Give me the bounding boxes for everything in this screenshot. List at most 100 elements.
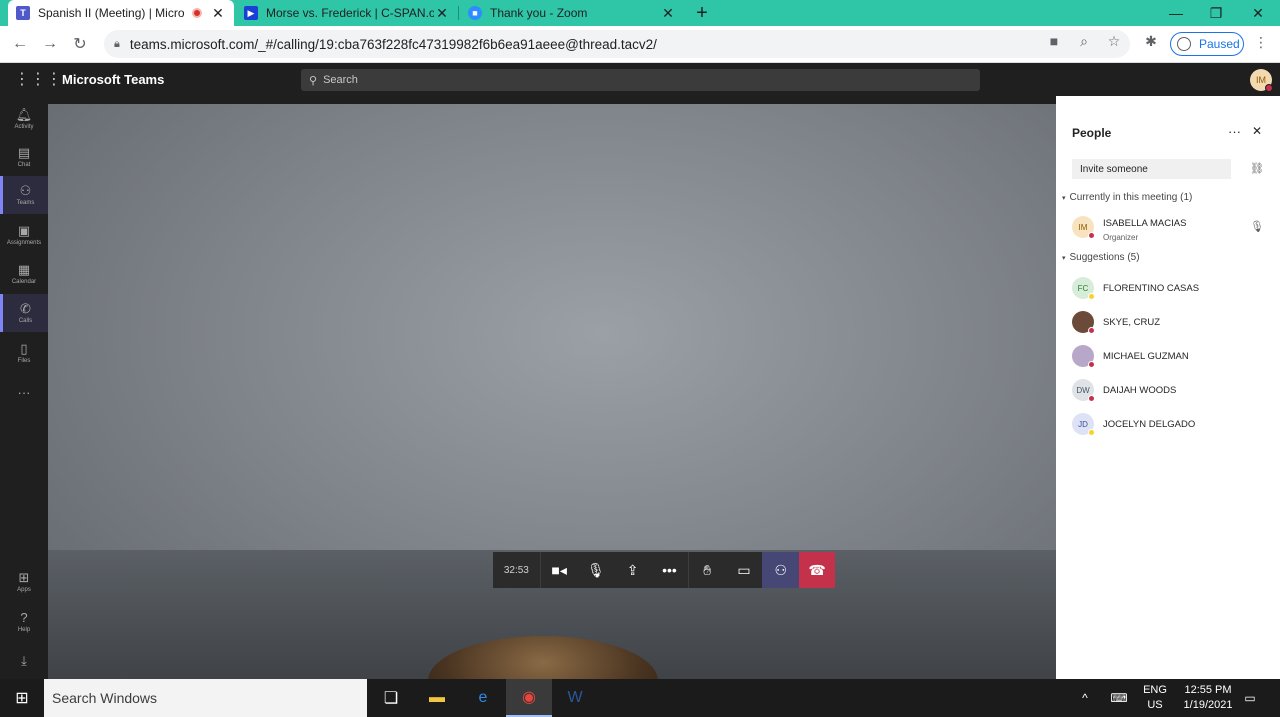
suggestion-name: MICHAEL GUZMAN (1103, 350, 1189, 362)
rail-item-files[interactable]: ▯ Files (0, 334, 48, 372)
tab-spanish-meeting[interactable]: T Spanish II (Meeting) | Micros ✕ (8, 0, 234, 26)
suggestion-row[interactable]: DW DAIJAH WOODS (1072, 377, 1272, 403)
input-language-indicator[interactable]: ENG US (1140, 683, 1170, 713)
suggestions-section-header[interactable]: ▾ Suggestions (5) (1062, 252, 1140, 263)
rail-item-teams[interactable]: ⚇ Teams (0, 176, 48, 214)
more-actions-button[interactable]: ••• (651, 552, 688, 588)
rail-item-chat[interactable]: ▤ Chat (0, 138, 48, 176)
rail-item-activity[interactable]: 🔔︎ Activity (0, 100, 48, 138)
browser-menu-icon[interactable]: ⋮ (1254, 34, 1268, 51)
avatar: IM (1072, 216, 1095, 239)
invite-someone-input[interactable]: Invite someone (1072, 159, 1231, 179)
more-ellipsis-icon: ••• (662, 562, 677, 578)
back-arrow-icon[interactable]: ← (8, 32, 32, 56)
show-hidden-icons-icon[interactable]: ^ (1076, 679, 1094, 717)
suggestion-row[interactable]: MICHAEL GUZMAN (1072, 343, 1272, 369)
tab-separator (458, 6, 459, 20)
teams-icon: ⚇ (19, 183, 32, 198)
avatar: JD (1072, 413, 1095, 436)
show-participants-button[interactable]: ⚇ (762, 552, 800, 588)
word-app-icon[interactable]: W (552, 679, 598, 717)
file-explorer-icon[interactable]: ▬ (414, 679, 460, 717)
task-view-icon[interactable]: ❏ (368, 679, 414, 717)
close-window-icon[interactable]: ✕ (1238, 0, 1278, 26)
presence-status-icon (1088, 293, 1095, 300)
clock-time: 12:55 PM (1184, 684, 1232, 696)
reload-icon[interactable]: ↻ (68, 32, 92, 56)
people-panel: People ··· ✕ Invite someone ⛓︎ ▾ Currentl… (1056, 96, 1280, 679)
rail-item-calendar[interactable]: ▦ Calendar (0, 255, 48, 293)
bell-icon: 🔔︎ (15, 107, 33, 122)
hang-up-button[interactable]: ☎ (799, 552, 835, 588)
extensions-puzzle-icon[interactable]: ✱ (1141, 33, 1161, 50)
rail-label: Calls (18, 318, 33, 324)
download-icon: ⤓ (21, 653, 27, 668)
close-tab-icon[interactable]: ✕ (210, 5, 226, 22)
section-count: (1) (1180, 192, 1193, 203)
camera-permission-icon[interactable]: ■ (1044, 33, 1064, 49)
suggestion-row[interactable]: SKYE, CRUZ (1072, 309, 1272, 335)
zoom-magnifier-icon[interactable]: ⌕ (1074, 33, 1094, 50)
panel-close-icon[interactable]: ✕ (1252, 124, 1262, 138)
teams-search-input[interactable]: ⚲ Search (301, 69, 980, 91)
rail-item-more[interactable]: ··· (0, 374, 48, 412)
participant-row[interactable]: IM ISABELLA MACIAS Organizer (1072, 214, 1272, 242)
avatar: DW (1072, 379, 1095, 402)
close-tab-icon[interactable]: ✕ (660, 5, 676, 22)
mic-toggle-button[interactable]: 🎙︎ (578, 552, 615, 588)
minimize-icon[interactable]: — (1156, 0, 1196, 26)
phone-icon: ✆ (20, 301, 31, 316)
rail-item-apps[interactable]: ⊞ Apps (0, 563, 48, 601)
address-bar[interactable]: 🔒︎ teams.microsoft.com/_#/calling/19:cba… (104, 30, 1130, 58)
chrome-browser-icon[interactable]: ◉ (506, 679, 552, 717)
presence-status-icon (1088, 429, 1095, 436)
close-tab-icon[interactable]: ✕ (434, 5, 450, 22)
tab-zoom[interactable]: ■ Thank you - Zoom ✕ (460, 0, 684, 26)
restore-icon[interactable]: ❐ (1196, 0, 1236, 26)
new-tab-icon[interactable]: + (692, 2, 712, 25)
in-meeting-section-header[interactable]: ▾ Currently in this meeting (1) (1062, 192, 1192, 203)
show-chat-button[interactable]: ▭ (726, 552, 763, 588)
suggestion-row[interactable]: FC FLORENTINO CASAS (1072, 275, 1272, 301)
lock-icon[interactable]: 🔒︎ (114, 38, 120, 51)
panel-more-options-icon[interactable]: ··· (1228, 124, 1241, 139)
rail-label: Activity (14, 124, 34, 130)
rail-item-calls[interactable]: ✆ Calls (0, 294, 48, 332)
windows-search-input[interactable]: Search Windows (44, 679, 367, 717)
profile-avatar-icon (1177, 37, 1191, 51)
suggestion-name: JOCELYN DELGADO (1103, 418, 1196, 430)
touch-keyboard-icon[interactable]: ⌨ (1104, 679, 1134, 717)
notifications-icon[interactable]: ▭ (1240, 679, 1260, 717)
presence-busy-icon (1265, 84, 1273, 92)
call-controls-bar: 32:53 ■◂ 🎙︎ ⇪ ••• ✋︎ ▭ ⚇ ☎ (493, 552, 835, 588)
presence-status-icon (1088, 327, 1095, 334)
files-icon: ▯ (20, 341, 28, 356)
rail-label: Teams (16, 200, 35, 206)
section-label: Suggestions (1069, 252, 1125, 263)
edge-browser-icon[interactable]: e (460, 679, 506, 717)
camera-toggle-button[interactable]: ■◂ (541, 552, 578, 588)
bookmark-star-icon[interactable]: ☆ (1104, 33, 1124, 50)
video-top-strip (48, 96, 1056, 104)
avatar-initials: JD (1078, 419, 1088, 429)
windows-start-icon[interactable]: ⊞ (0, 679, 44, 717)
presence-status-icon (1088, 395, 1095, 402)
my-avatar[interactable]: IM (1250, 69, 1273, 92)
mic-off-icon: 🎙︎ (587, 561, 605, 578)
teams-header: ⋮⋮⋮ Microsoft Teams ⚲ Search IM (0, 63, 1280, 96)
suggestion-row[interactable]: JD JOCELYN DELGADO (1072, 411, 1272, 437)
rail-item-download[interactable]: ⤓ (0, 642, 48, 680)
profile-paused-button[interactable]: Paused (1170, 32, 1244, 56)
app-launcher-waffle-icon[interactable]: ⋮⋮⋮ (14, 69, 62, 89)
forward-arrow-icon[interactable]: → (38, 32, 62, 56)
share-screen-button[interactable]: ⇪ (614, 552, 651, 588)
copy-link-icon[interactable]: ⛓︎ (1250, 162, 1264, 175)
rail-label: Apps (17, 587, 31, 593)
rail-item-help[interactable]: ? Help (0, 603, 48, 641)
raise-hand-button[interactable]: ✋︎ (689, 552, 726, 588)
my-avatar-initials: IM (1256, 75, 1266, 85)
presence-status-icon (1088, 361, 1095, 368)
rail-item-assignments[interactable]: ▣ Assignments (0, 216, 48, 254)
taskbar-clock[interactable]: 12:55 PM 1/19/2021 (1178, 683, 1238, 713)
tab-cspan[interactable]: ▶ Morse vs. Frederick | C-SPAN.org ✕ (236, 0, 458, 26)
